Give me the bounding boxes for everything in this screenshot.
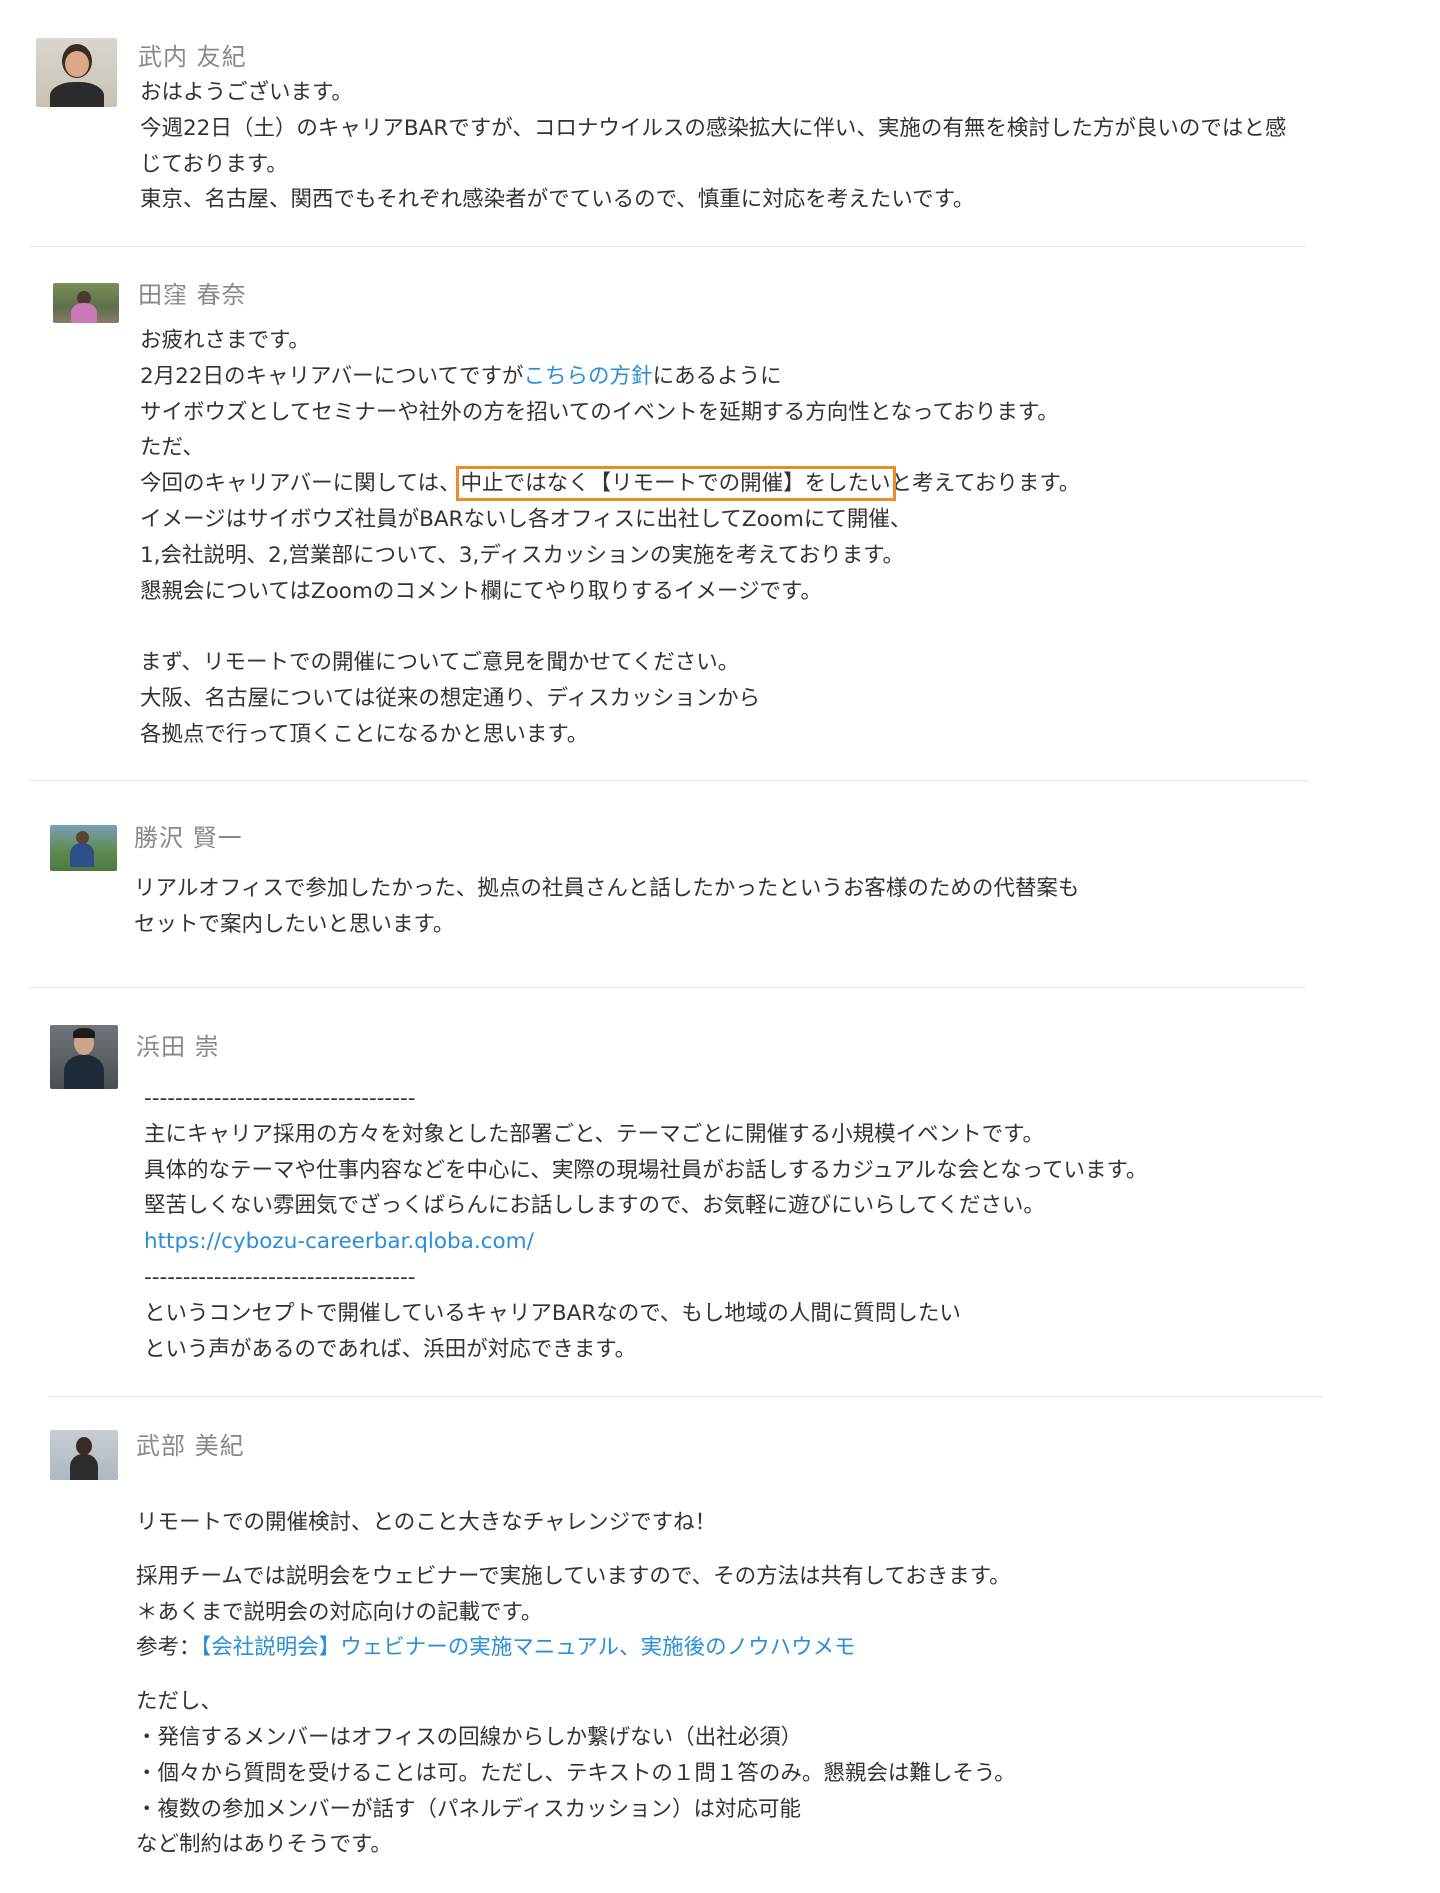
author-name[interactable]: 田窪 春奈 [138,275,247,310]
comment-line: 具体的なテーマや仕事内容などを中心に、実際の現場社員がお話しするカジュアルな会と… [144,1157,1148,1183]
separator-rule: ----------------------------------- [144,1264,416,1290]
text-segment: と考えております。 [890,471,1081,497]
text-segment: 2月22日のキャリアバーについてですが [140,363,524,389]
comment-line: 堅苦しくない雰囲気でざっくばらんにお話ししますので、お気軽に遊びにいらしてくださ… [144,1193,1045,1219]
comment-body: お疲れさまです。 2月22日のキャリアバーについてですがこちらの方針にあるように… [140,323,1080,753]
comment-body: ----------------------------------- 主にキャ… [144,1081,1147,1367]
comment-line: お疲れさまです。 [140,328,310,353]
comment-line: ＊あくまで説明会の対応向けの記載です。 [136,1599,543,1625]
comment-body: リモートでの開催検討、とのこと大きなチャレンジですね！ 採用チームでは説明会をウ… [136,1505,1016,1863]
author-name[interactable]: 武内 友紀 [138,37,247,72]
author-name[interactable]: 武部 美紀 [136,1426,245,1461]
comment-line: という声があるのであれば、浜田が対応できます。 [144,1336,637,1362]
comment-line: 参考：【会社説明会】ウェビナーの実施マニュアル、実施後のノウハウメモ [136,1630,1016,1666]
webinar-manual-link[interactable]: 【会社説明会】ウェビナーの実施マニュアル、実施後のノウハウメモ [201,1635,856,1660]
comment-line: 今回のキャリアバーに関しては、中止ではなく【リモートでの開催】をしたいと考えてお… [140,466,1080,502]
comment-body: リアルオフィスで参加したかった、拠点の社員さんと話したかったというお客様のための… [134,871,1079,943]
user-avatar-icon[interactable] [50,825,117,871]
comment-line: 大阪、名古屋については従来の想定通り、ディスカッションから [140,685,761,711]
highlighted-text: 中止ではなく【リモートでの開催】をしたい [455,466,896,502]
comment-line: イメージはサイボウズ社員がBARないし各オフィスに出社してZoomにて開催、 [140,506,912,532]
comment-line: ・複数の参加メンバーが話す（パネルディスカッション）は対応可能 [136,1796,801,1822]
comment-line: サイボウズとしてセミナーや社外の方を招いてのイベントを延期する方向性となっており… [140,399,1059,425]
comment-line: ・発信するメンバーはオフィスの回線からしか繋げない（出社必須） [136,1724,803,1750]
post-divider [48,1396,1323,1397]
comment-line: というコンセプトで開催しているキャリアBARなので、もし地域の人間に質問したい [144,1300,961,1326]
post-divider [30,987,1305,988]
user-avatar-icon[interactable] [53,283,119,323]
comment-line: 今週22日（土）のキャリアBARですが、コロナウイルスの感染拡大に伴い、実施の有… [140,115,1287,141]
user-avatar-icon[interactable] [50,1430,118,1480]
comment-line: ・個々から質問を受けることは可。ただし、テキストの１問１答のみ。懇親会は難しそう… [136,1760,1016,1786]
comment-line: 2月22日のキャリアバーについてですがこちらの方針にあるように [140,359,1080,395]
comment-line: セットで案内したいと思います。 [134,911,455,937]
user-avatar-icon[interactable] [50,1025,118,1089]
comment-line: おはようございます。 [140,80,353,105]
text-segment: 今回のキャリアバーに関しては、 [140,471,461,497]
comment-line: 主にキャリア採用の方々を対象とした部署ごと、テーマごとに開催する小規模イベントで… [144,1121,1044,1147]
reference-label: 参考： [136,1635,201,1661]
comment-line: など制約はありそうです。 [136,1832,392,1858]
text-segment: にあるように [652,363,782,389]
policy-link[interactable]: こちらの方針 [524,364,653,389]
comment-line: 各拠点で行って頂くことになるかと思います。 [140,721,589,747]
comment-line: 1,会社説明、2,営業部について、3,ディスカッションの実施を考えております。 [140,542,904,568]
comment-line: 東京、名古屋、関西でもそれぞれ感染者がでているので、慎重に対応を考えたいです。 [140,187,975,213]
comment-line: リモートでの開催検討、とのこと大きなチャレンジですね！ [136,1510,717,1535]
comment-line: ただ、 [140,435,204,461]
comment-line: リアルオフィスで参加したかった、拠点の社員さんと話したかったというお客様のための… [134,876,1080,901]
comment-line: 採用チームでは説明会をウェビナーで実施していますので、その方法は共有しておきます… [136,1563,1011,1589]
comment-stream: 武内 友紀 おはようございます。 今週22日（土）のキャリアBARですが、コロナ… [0,0,1440,1893]
post-divider [30,246,1305,247]
user-avatar-icon[interactable] [36,38,117,107]
comment-line: ただし、 [136,1689,223,1715]
separator-rule: ----------------------------------- [144,1086,416,1111]
comment-line: じております。 [140,151,288,177]
author-name[interactable]: 浜田 崇 [136,1027,220,1062]
author-name[interactable]: 勝沢 賢一 [134,818,243,853]
comment-body: おはようございます。 今週22日（土）のキャリアBARですが、コロナウイルスの感… [140,75,1286,218]
comment-line: まず、リモートでの開催についてご意見を聞かせてください。 [140,650,740,676]
post-divider [30,780,1308,781]
comment-line: 懇親会についてはZoomのコメント欄にてやり取りするイメージです。 [140,578,822,604]
careerbar-url-link[interactable]: https://cybozu-careerbar.qloba.com/ [144,1224,1147,1260]
